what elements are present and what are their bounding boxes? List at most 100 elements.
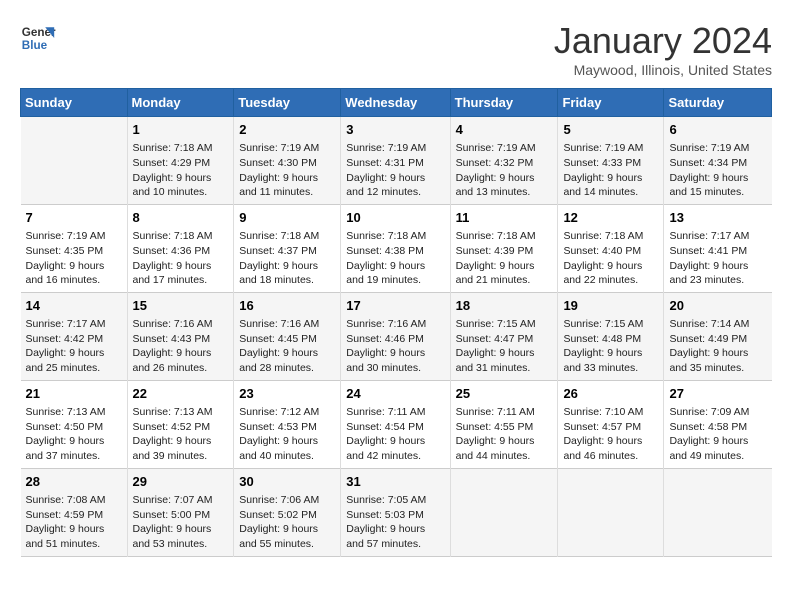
calendar-cell: 2 Sunrise: 7:19 AMSunset: 4:30 PMDaylight… bbox=[234, 117, 341, 205]
cell-content: Sunrise: 7:12 AMSunset: 4:53 PMDaylight:… bbox=[239, 405, 335, 464]
calendar-cell bbox=[21, 117, 128, 205]
calendar-cell: 21Sunrise: 7:13 AMSunset: 4:50 PMDayligh… bbox=[21, 380, 128, 468]
logo-icon: General Blue bbox=[20, 20, 56, 56]
header-wednesday: Wednesday bbox=[341, 89, 450, 117]
header-friday: Friday bbox=[558, 89, 664, 117]
header-thursday: Thursday bbox=[450, 89, 558, 117]
week-row-1: 1 Sunrise: 7:18 AMSunset: 4:29 PMDaylight… bbox=[21, 117, 772, 205]
day-number: 17 bbox=[346, 297, 444, 315]
calendar-cell: 17 Sunrise: 7:16 AMSunset: 4:46 PMDayligh… bbox=[341, 292, 450, 380]
calendar-header-row: SundayMondayTuesdayWednesdayThursdayFrid… bbox=[21, 89, 772, 117]
day-number: 26 bbox=[563, 385, 658, 403]
day-number: 10 bbox=[346, 209, 444, 227]
cell-content: Sunrise: 7:17 AMSunset: 4:42 PMDaylight:… bbox=[26, 317, 122, 376]
calendar-cell: 24 Sunrise: 7:11 AMSunset: 4:54 PMDayligh… bbox=[341, 380, 450, 468]
week-row-5: 28 Sunrise: 7:08 AMSunset: 4:59 PMDayligh… bbox=[21, 468, 772, 556]
day-number: 23 bbox=[239, 385, 335, 403]
calendar-cell: 16 Sunrise: 7:16 AMSunset: 4:45 PMDayligh… bbox=[234, 292, 341, 380]
week-row-3: 14 Sunrise: 7:17 AMSunset: 4:42 PMDayligh… bbox=[21, 292, 772, 380]
cell-content: Sunrise: 7:19 AMSunset: 4:35 PMDaylight:… bbox=[26, 229, 122, 288]
calendar-cell: 30Sunrise: 7:06 AMSunset: 5:02 PMDayligh… bbox=[234, 468, 341, 556]
calendar-cell bbox=[450, 468, 558, 556]
cell-content: Sunrise: 7:15 AMSunset: 4:48 PMDaylight:… bbox=[563, 317, 658, 376]
calendar-cell: 8 Sunrise: 7:18 AMSunset: 4:36 PMDaylight… bbox=[127, 204, 234, 292]
calendar-cell: 19 Sunrise: 7:15 AMSunset: 4:48 PMDayligh… bbox=[558, 292, 664, 380]
logo: General Blue bbox=[20, 20, 56, 56]
calendar-cell: 14 Sunrise: 7:17 AMSunset: 4:42 PMDayligh… bbox=[21, 292, 128, 380]
calendar-cell: 26 Sunrise: 7:10 AMSunset: 4:57 PMDayligh… bbox=[558, 380, 664, 468]
calendar-cell: 23 Sunrise: 7:12 AMSunset: 4:53 PMDayligh… bbox=[234, 380, 341, 468]
day-number: 29 bbox=[133, 473, 229, 491]
cell-content: Sunrise: 7:16 AMSunset: 4:46 PMDaylight:… bbox=[346, 317, 444, 376]
week-row-4: 21Sunrise: 7:13 AMSunset: 4:50 PMDayligh… bbox=[21, 380, 772, 468]
day-number: 7 bbox=[26, 209, 122, 227]
svg-text:Blue: Blue bbox=[22, 39, 48, 52]
header-saturday: Saturday bbox=[664, 89, 772, 117]
day-number: 6 bbox=[669, 121, 766, 139]
day-number: 3 bbox=[346, 121, 444, 139]
cell-content: Sunrise: 7:14 AMSunset: 4:49 PMDaylight:… bbox=[669, 317, 766, 376]
day-number: 11 bbox=[456, 209, 553, 227]
day-number: 5 bbox=[563, 121, 658, 139]
header-monday: Monday bbox=[127, 89, 234, 117]
day-number: 24 bbox=[346, 385, 444, 403]
cell-content: Sunrise: 7:17 AMSunset: 4:41 PMDaylight:… bbox=[669, 229, 766, 288]
calendar-cell: 13 Sunrise: 7:17 AMSunset: 4:41 PMDayligh… bbox=[664, 204, 772, 292]
day-number: 2 bbox=[239, 121, 335, 139]
day-number: 18 bbox=[456, 297, 553, 315]
day-number: 8 bbox=[133, 209, 229, 227]
calendar-cell: 25Sunrise: 7:11 AMSunset: 4:55 PMDayligh… bbox=[450, 380, 558, 468]
calendar-cell: 10Sunrise: 7:18 AMSunset: 4:38 PMDayligh… bbox=[341, 204, 450, 292]
calendar-cell: 20Sunrise: 7:14 AMSunset: 4:49 PMDayligh… bbox=[664, 292, 772, 380]
calendar-cell: 1 Sunrise: 7:18 AMSunset: 4:29 PMDaylight… bbox=[127, 117, 234, 205]
calendar-subtitle: Maywood, Illinois, United States bbox=[554, 62, 772, 78]
cell-content: Sunrise: 7:18 AMSunset: 4:29 PMDaylight:… bbox=[133, 141, 229, 200]
day-number: 25 bbox=[456, 385, 553, 403]
calendar-cell: 29 Sunrise: 7:07 AMSunset: 5:00 PMDayligh… bbox=[127, 468, 234, 556]
day-number: 4 bbox=[456, 121, 553, 139]
cell-content: Sunrise: 7:10 AMSunset: 4:57 PMDaylight:… bbox=[563, 405, 658, 464]
cell-content: Sunrise: 7:19 AMSunset: 4:30 PMDaylight:… bbox=[239, 141, 335, 200]
day-number: 27 bbox=[669, 385, 766, 403]
calendar-cell: 28 Sunrise: 7:08 AMSunset: 4:59 PMDayligh… bbox=[21, 468, 128, 556]
calendar-cell bbox=[558, 468, 664, 556]
cell-content: Sunrise: 7:19 AMSunset: 4:33 PMDaylight:… bbox=[563, 141, 658, 200]
cell-content: Sunrise: 7:13 AMSunset: 4:50 PMDaylight:… bbox=[26, 405, 122, 464]
calendar-cell: 4 Sunrise: 7:19 AMSunset: 4:32 PMDaylight… bbox=[450, 117, 558, 205]
calendar-cell: 3 Sunrise: 7:19 AMSunset: 4:31 PMDaylight… bbox=[341, 117, 450, 205]
calendar-cell: 27Sunrise: 7:09 AMSunset: 4:58 PMDayligh… bbox=[664, 380, 772, 468]
cell-content: Sunrise: 7:19 AMSunset: 4:31 PMDaylight:… bbox=[346, 141, 444, 200]
calendar-cell: 12 Sunrise: 7:18 AMSunset: 4:40 PMDayligh… bbox=[558, 204, 664, 292]
calendar-cell: 5 Sunrise: 7:19 AMSunset: 4:33 PMDaylight… bbox=[558, 117, 664, 205]
day-number: 14 bbox=[26, 297, 122, 315]
cell-content: Sunrise: 7:16 AMSunset: 4:43 PMDaylight:… bbox=[133, 317, 229, 376]
cell-content: Sunrise: 7:11 AMSunset: 4:54 PMDaylight:… bbox=[346, 405, 444, 464]
page-header: General Blue January 2024 Maywood, Illin… bbox=[20, 20, 772, 78]
cell-content: Sunrise: 7:08 AMSunset: 4:59 PMDaylight:… bbox=[26, 493, 122, 552]
title-area: January 2024 Maywood, Illinois, United S… bbox=[554, 20, 772, 78]
cell-content: Sunrise: 7:15 AMSunset: 4:47 PMDaylight:… bbox=[456, 317, 553, 376]
day-number: 16 bbox=[239, 297, 335, 315]
cell-content: Sunrise: 7:19 AMSunset: 4:32 PMDaylight:… bbox=[456, 141, 553, 200]
day-number: 22 bbox=[133, 385, 229, 403]
day-number: 28 bbox=[26, 473, 122, 491]
cell-content: Sunrise: 7:07 AMSunset: 5:00 PMDaylight:… bbox=[133, 493, 229, 552]
calendar-cell: 6Sunrise: 7:19 AMSunset: 4:34 PMDaylight… bbox=[664, 117, 772, 205]
calendar-table: SundayMondayTuesdayWednesdayThursdayFrid… bbox=[20, 88, 772, 557]
calendar-cell: 22 Sunrise: 7:13 AMSunset: 4:52 PMDayligh… bbox=[127, 380, 234, 468]
day-number: 13 bbox=[669, 209, 766, 227]
cell-content: Sunrise: 7:13 AMSunset: 4:52 PMDaylight:… bbox=[133, 405, 229, 464]
cell-content: Sunrise: 7:16 AMSunset: 4:45 PMDaylight:… bbox=[239, 317, 335, 376]
cell-content: Sunrise: 7:06 AMSunset: 5:02 PMDaylight:… bbox=[239, 493, 335, 552]
cell-content: Sunrise: 7:18 AMSunset: 4:37 PMDaylight:… bbox=[239, 229, 335, 288]
calendar-cell bbox=[664, 468, 772, 556]
calendar-title: January 2024 bbox=[554, 20, 772, 62]
cell-content: Sunrise: 7:18 AMSunset: 4:40 PMDaylight:… bbox=[563, 229, 658, 288]
calendar-cell: 18 Sunrise: 7:15 AMSunset: 4:47 PMDayligh… bbox=[450, 292, 558, 380]
cell-content: Sunrise: 7:18 AMSunset: 4:36 PMDaylight:… bbox=[133, 229, 229, 288]
calendar-cell: 7 Sunrise: 7:19 AMSunset: 4:35 PMDaylight… bbox=[21, 204, 128, 292]
calendar-cell: 11Sunrise: 7:18 AMSunset: 4:39 PMDayligh… bbox=[450, 204, 558, 292]
day-number: 1 bbox=[133, 121, 229, 139]
day-number: 12 bbox=[563, 209, 658, 227]
day-number: 19 bbox=[563, 297, 658, 315]
